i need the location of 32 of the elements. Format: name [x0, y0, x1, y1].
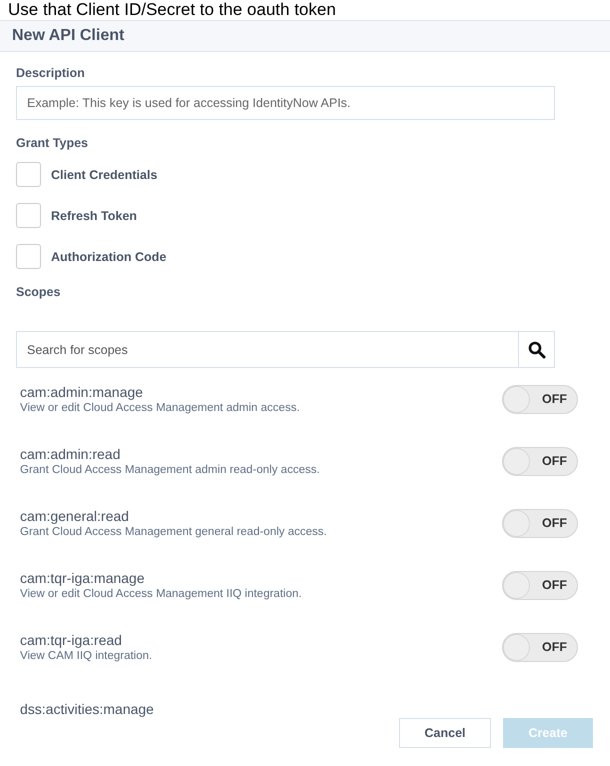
section-label: Scopes: [16, 285, 62, 299]
section-label: Grant Types: [16, 136, 90, 150]
scope-description: View or edit Cloud Access Management admin access.: [20, 402, 300, 414]
checkbox[interactable]: [16, 244, 41, 269]
scope-name: cam:tqr-iga:manage: [20, 570, 146, 586]
scope-description: Grant Cloud Access Management admin read-only access.: [20, 464, 320, 476]
checkbox-label: Refresh Token: [51, 208, 137, 222]
search-field[interactable]: Search for scopes: [16, 331, 519, 368]
toggle-switch[interactable]: OFF: [502, 384, 578, 414]
checkbox-label: Client Credentials: [51, 168, 158, 182]
toggle-switch[interactable]: OFF: [502, 570, 578, 600]
scope-name: dss:activities:manage: [20, 701, 154, 717]
scope-name: cam:tqr-iga:read: [20, 632, 123, 648]
search-icon: [528, 340, 546, 358]
field-label: Description: [16, 66, 86, 80]
checkbox[interactable]: [16, 162, 41, 187]
toggle-switch[interactable]: OFF: [502, 446, 578, 476]
scope-name: cam:general:read: [20, 508, 130, 524]
checkbox[interactable]: [16, 203, 41, 228]
search-button[interactable]: [519, 331, 555, 368]
cancel-button[interactable]: Cancel: [399, 718, 491, 748]
scope-description: View or edit Cloud Access Management IIQ integration.: [20, 588, 302, 600]
dialog-title: New API Client: [12, 27, 124, 45]
toggle-switch[interactable]: OFF: [502, 508, 578, 538]
page-heading: Use that Client ID/Secret to the oauth token: [7, 0, 337, 20]
scope-name: cam:admin:manage: [20, 384, 144, 400]
scope-description: Grant Cloud Access Management general read-only access.: [20, 526, 327, 538]
checkbox-label: Authorization Code: [51, 250, 166, 264]
description-field[interactable]: Example: This key is used for accessing IdentityNow APIs.: [16, 86, 555, 120]
toggle-switch[interactable]: OFF: [502, 632, 578, 662]
scope-description: View CAM IIQ integration.: [20, 650, 152, 662]
scope-name: cam:admin:read: [20, 446, 122, 462]
